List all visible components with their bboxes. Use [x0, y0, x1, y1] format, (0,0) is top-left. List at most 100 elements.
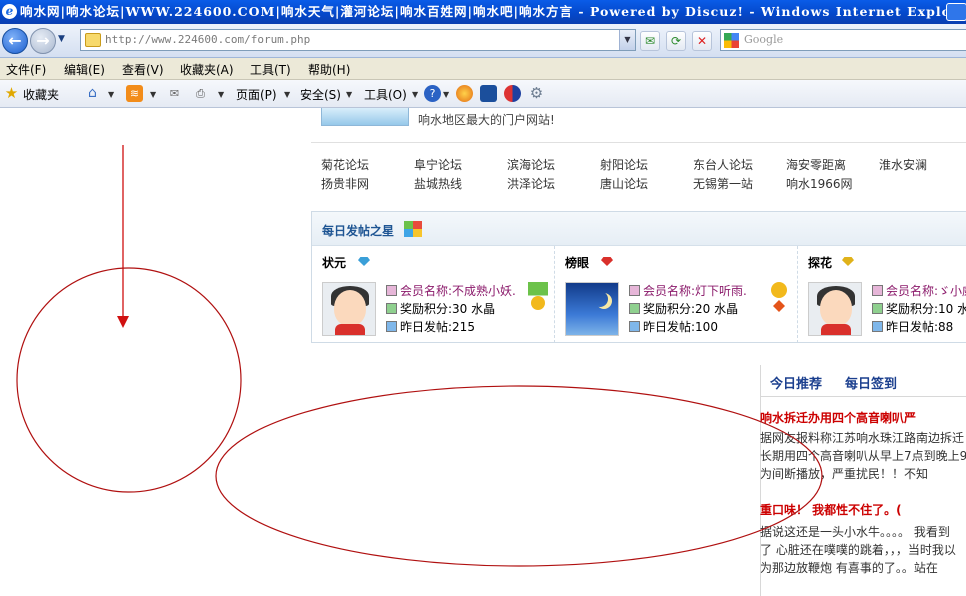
tab-today-recommend[interactable]: 今日推荐 — [770, 373, 822, 392]
menu-file[interactable]: 文件(F) — [6, 61, 46, 78]
print-dropdown-icon[interactable]: ▼ — [218, 90, 224, 99]
avatar[interactable] — [322, 282, 376, 336]
today-panel: 今日推荐 每日签到 响水拆迁办用四个高音喇叭严 据网友报料称江苏响水珠江路南边拆… — [760, 365, 966, 596]
member-name[interactable]: 会员名称:灯下听雨. — [629, 282, 747, 299]
news-line: 长期用四个高音喇叭从早上7点到晚上9 — [760, 449, 966, 463]
page-dropdown-icon[interactable]: ▼ — [284, 90, 290, 99]
friend-link[interactable]: 响水1966网 — [786, 175, 853, 192]
friend-link[interactable]: 盐城热线 — [414, 175, 462, 192]
search-field[interactable]: Google — [720, 29, 966, 51]
news-title[interactable]: 响水拆迁办用四个高音喇叭严 — [760, 409, 916, 426]
history-dropdown-icon[interactable]: ▼ — [58, 34, 65, 44]
news-line: 为间断播放，严重扰民！！不知 — [760, 467, 929, 481]
address-toolbar: ← → ▼ http://www.224600.com/forum.php ▼ … — [0, 24, 966, 58]
rank-first: 状元 会员名称:不成熟小妖. 奖励积分:30 水晶 昨日发帖:215 — [312, 246, 554, 343]
settings-gear-icon[interactable]: ⚙ — [528, 85, 545, 102]
ie-icon: e — [2, 4, 17, 19]
friend-link[interactable]: 淮水安澜 — [879, 156, 927, 173]
back-button[interactable]: ← — [2, 28, 28, 54]
friend-link[interactable]: 扬贵非网 — [321, 175, 369, 192]
avatar[interactable] — [808, 282, 862, 336]
portal-banner-text: 响水地区最大的门户网站! — [418, 113, 555, 127]
friend-link[interactable]: 阜宁论坛 — [414, 156, 462, 173]
rank-label: 状元 — [322, 256, 347, 270]
friend-link[interactable]: 滨海论坛 — [507, 156, 555, 173]
refresh-icon[interactable]: ⟳ — [666, 31, 686, 51]
rss-dropdown-icon[interactable]: ▼ — [150, 90, 156, 99]
friend-link[interactable]: 菊花论坛 — [321, 156, 369, 173]
gems-icon — [404, 221, 422, 237]
mail-icon[interactable]: ✉ — [166, 85, 183, 102]
menu-bar: 文件(F) 编辑(E) 查看(V) 收藏夹(A) 工具(T) 帮助(H) — [0, 58, 966, 80]
member-points: 奖励积分:10 水 — [872, 300, 966, 317]
medal-icon — [528, 282, 548, 316]
news-title[interactable]: 重口味！ 我都性不住了。( — [760, 501, 902, 518]
minimize-button[interactable] — [946, 3, 966, 21]
daily-star-panel: 每日发帖之星 状元 会员名称:不成熟小妖. 奖励积分:30 水晶 昨日发帖:21… — [311, 211, 966, 343]
address-field[interactable]: http://www.224600.com/forum.php ▼ — [80, 29, 636, 51]
tools-dropdown-icon[interactable]: ▼ — [412, 90, 418, 99]
page-menu[interactable]: 页面(P) — [236, 86, 277, 103]
page-content: 响水地区最大的门户网站! 菊花论坛 阜宁论坛 滨海论坛 射阳论坛 东台人论坛 海… — [0, 108, 966, 596]
home-dropdown-icon[interactable]: ▼ — [108, 90, 114, 99]
safety-dropdown-icon[interactable]: ▼ — [346, 90, 352, 99]
medal-icon — [769, 282, 789, 316]
menu-edit[interactable]: 编辑(E) — [64, 61, 105, 78]
google-icon — [724, 33, 739, 48]
messenger-icon[interactable] — [480, 85, 497, 102]
divider — [311, 142, 966, 143]
home-icon[interactable]: ⌂ — [84, 85, 101, 102]
rank-label: 榜眼 — [565, 256, 590, 270]
daily-star-title: 每日发帖之星 — [322, 224, 395, 238]
menu-favorites[interactable]: 收藏夹(A) — [180, 61, 234, 78]
friend-link[interactable]: 东台人论坛 — [693, 156, 753, 173]
friend-link[interactable]: 海安零距离 — [786, 156, 846, 173]
menu-tools[interactable]: 工具(T) — [250, 61, 291, 78]
tab-daily-signin[interactable]: 每日签到 — [845, 373, 897, 392]
menu-help[interactable]: 帮助(H) — [308, 61, 350, 78]
today-tabs: 今日推荐 每日签到 — [760, 365, 966, 397]
print-icon[interactable]: ⎙ — [192, 85, 209, 102]
news-line: 为那边放鞭炮 有喜事的了。。站在 — [760, 561, 938, 575]
rank-second: 榜眼 会员名称:灯下听雨. 奖励积分:20 水晶 昨日发帖:100 — [555, 246, 797, 343]
news-line: 据说这还是一头小水牛。。。。 我看到 — [760, 525, 950, 539]
friend-link[interactable]: 无锡第一站 — [693, 175, 753, 192]
favorites-button[interactable]: 收藏夹 — [23, 86, 59, 103]
address-url: http://www.224600.com/forum.php — [105, 33, 311, 46]
safety-menu[interactable]: 安全(S) — [300, 86, 341, 103]
rank-third: 探花 会员名称:ゞ小威 奖励积分:10 水 昨日发帖:88 — [798, 246, 966, 343]
search-placeholder: Google — [744, 33, 784, 46]
news-line: 了 心脏还在噗噗的跳着，，，当时我以 — [760, 543, 956, 557]
diamond-icon — [842, 257, 854, 266]
addon-icon[interactable] — [456, 85, 473, 102]
news-line: 据网友报料称江苏响水珠江路南边拆迁 — [760, 431, 965, 445]
friend-link[interactable]: 唐山论坛 — [600, 175, 648, 192]
member-name[interactable]: 会员名称:不成熟小妖. — [386, 282, 516, 299]
member-posts: 昨日发帖:215 — [386, 318, 475, 335]
member-name[interactable]: 会员名称:ゞ小威 — [872, 282, 966, 299]
research-icon[interactable] — [504, 85, 521, 102]
member-posts: 昨日发帖:88 — [872, 318, 953, 335]
menu-view[interactable]: 查看(V) — [122, 61, 164, 78]
help-dropdown-icon[interactable]: ▼ — [443, 90, 449, 99]
portal-banner-image[interactable] — [321, 108, 409, 126]
favorites-bar: ★ 收藏夹 ⌂ ▼ ≋ ▼ ✉ ⎙ ▼ 页面(P) ▼ 安全(S) ▼ 工具(O… — [0, 80, 966, 108]
stop-icon[interactable]: ✕ — [692, 31, 712, 51]
friend-link[interactable]: 射阳论坛 — [600, 156, 648, 173]
daily-star-header: 每日发帖之星 — [312, 212, 966, 246]
forward-button[interactable]: → — [30, 28, 56, 54]
compatibility-icon[interactable]: ✉ — [640, 31, 660, 51]
member-points: 奖励积分:30 水晶 — [386, 300, 495, 317]
help-icon[interactable]: ? — [424, 85, 441, 102]
avatar[interactable] — [565, 282, 619, 336]
tools-menu[interactable]: 工具(O) — [364, 86, 407, 103]
member-posts: 昨日发帖:100 — [629, 318, 718, 335]
window-title: 响水网|响水论坛|WWW.224600.COM|响水天气|灌河论坛|响水百姓网|… — [20, 4, 966, 19]
rss-icon[interactable]: ≋ — [126, 85, 143, 102]
diamond-icon — [358, 257, 370, 266]
member-points: 奖励积分:20 水晶 — [629, 300, 738, 317]
star-icon: ★ — [4, 84, 19, 102]
friend-link[interactable]: 洪泽论坛 — [507, 175, 555, 192]
address-dropdown-icon[interactable]: ▼ — [619, 30, 635, 50]
page-icon — [85, 33, 101, 47]
